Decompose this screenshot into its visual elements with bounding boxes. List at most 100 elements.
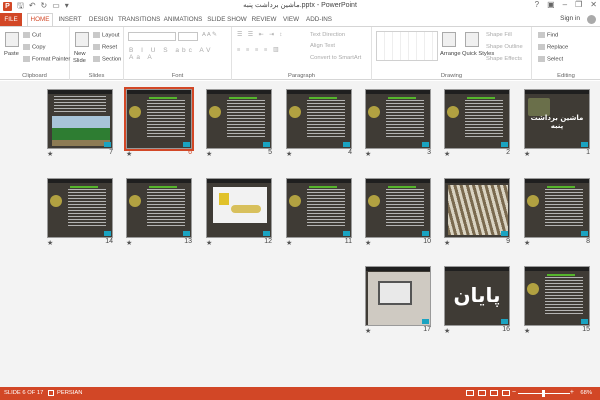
slide-preview[interactable] xyxy=(206,178,272,238)
zoom-in-button[interactable]: + xyxy=(570,389,574,396)
tab-transitions[interactable]: TRANSITIONS xyxy=(118,13,160,26)
animation-star-icon[interactable]: ★ xyxy=(444,150,450,158)
slide-thumbnail-3[interactable]: ★ 3 xyxy=(365,89,431,159)
animation-star-icon[interactable]: ★ xyxy=(206,239,212,247)
shape-fill-button[interactable]: Shape Fill xyxy=(486,32,512,38)
slide-thumbnail-15[interactable]: ★ 15 xyxy=(524,266,590,336)
font-size-box[interactable] xyxy=(178,32,198,41)
text-direction-button[interactable]: Text Direction xyxy=(310,32,345,38)
animation-star-icon[interactable]: ★ xyxy=(444,327,450,335)
font-format-buttons[interactable]: B I U S abc AV Aa A xyxy=(129,47,231,61)
help-icon[interactable]: ? xyxy=(535,0,539,9)
zoom-out-button[interactable]: − xyxy=(512,389,516,396)
reading-view-icon[interactable] xyxy=(490,390,498,396)
quick-styles-icon[interactable] xyxy=(465,32,479,47)
alignment-buttons[interactable]: ≡ ≡ ≡ ≡ ▥ xyxy=(237,47,280,53)
slide-preview[interactable]: پایان xyxy=(444,266,510,326)
new-slide-icon[interactable] xyxy=(75,32,89,47)
animation-star-icon[interactable]: ★ xyxy=(524,150,530,158)
arrange-icon[interactable] xyxy=(442,32,456,47)
sign-in-link[interactable]: Sign in xyxy=(560,15,580,22)
slide-thumbnail-1[interactable]: ماشین برداشت پنبه ★ 1 xyxy=(524,89,590,159)
zoom-level[interactable]: 68% xyxy=(580,390,592,396)
tab-review[interactable]: REVIEW xyxy=(250,13,278,26)
slide-thumbnail-2[interactable]: ★ 2 xyxy=(444,89,510,159)
slide-thumbnail-17[interactable]: ★ 17 xyxy=(365,266,431,336)
animation-star-icon[interactable]: ★ xyxy=(286,150,292,158)
slide-preview[interactable] xyxy=(444,178,510,238)
slide-sorter-view-icon[interactable] xyxy=(478,390,486,396)
animation-star-icon[interactable]: ★ xyxy=(524,327,530,335)
slide-preview[interactable] xyxy=(444,89,510,149)
slide-preview[interactable] xyxy=(126,178,192,238)
animation-star-icon[interactable]: ★ xyxy=(444,239,450,247)
tab-add-ins[interactable]: ADD-INS xyxy=(304,13,334,26)
tab-home[interactable]: HOME xyxy=(27,13,53,26)
slide-preview[interactable] xyxy=(524,266,590,326)
reset-button[interactable]: Reset xyxy=(93,44,117,51)
grow-shrink-font-icon[interactable]: A A ✎ xyxy=(202,32,217,38)
copy-button[interactable]: Copy xyxy=(23,44,46,51)
shapes-gallery[interactable] xyxy=(376,31,438,61)
paste-button[interactable]: Paste xyxy=(4,51,19,57)
list-buttons[interactable]: ☰ ☰ ⇤ ⇥ ↕ xyxy=(237,32,284,38)
slide-thumbnail-5[interactable]: ★ 5 xyxy=(206,89,272,159)
cut-button[interactable]: Cut xyxy=(23,32,41,39)
animation-star-icon[interactable]: ★ xyxy=(126,150,132,158)
layout-button[interactable]: Layout xyxy=(93,32,119,39)
replace-button[interactable]: Replace xyxy=(538,44,568,51)
slide-preview[interactable] xyxy=(206,89,272,149)
slide-thumbnail-11[interactable]: ★ 11 xyxy=(286,178,352,248)
slide-thumbnail-16[interactable]: پایان ★ 16 xyxy=(444,266,510,336)
paste-icon[interactable] xyxy=(5,32,19,47)
slide-thumbnail-8[interactable]: ★ 8 xyxy=(524,178,590,248)
close-button[interactable]: ✕ xyxy=(590,0,597,9)
language-indicator[interactable]: PERSIAN xyxy=(57,390,82,396)
convert-smartart-button[interactable]: Convert to SmartArt xyxy=(310,55,361,61)
select-button[interactable]: Select xyxy=(538,56,563,63)
ribbon-display-options-icon[interactable]: ▣ xyxy=(547,0,555,9)
normal-view-icon[interactable] xyxy=(466,390,474,396)
font-name-box[interactable] xyxy=(128,32,176,41)
tab-file[interactable]: FILE xyxy=(0,13,22,26)
shape-effects-button[interactable]: Shape Effects xyxy=(486,56,522,62)
shape-outline-button[interactable]: Shape Outline xyxy=(486,44,523,50)
slide-thumbnail-14[interactable]: ★ 14 xyxy=(47,178,113,248)
slide-thumbnail-6[interactable]: ★ 6 xyxy=(124,87,194,159)
slide-thumbnail-10[interactable]: ★ 10 xyxy=(365,178,431,248)
slide-thumbnail-13[interactable]: ★ 13 xyxy=(126,178,192,248)
animation-star-icon[interactable]: ★ xyxy=(47,239,53,247)
animation-star-icon[interactable]: ★ xyxy=(365,239,371,247)
new-slide-button-label[interactable]: Slide xyxy=(73,58,86,64)
slide-preview[interactable]: ماشین برداشت پنبه xyxy=(524,89,590,149)
slideshow-view-icon[interactable] xyxy=(502,390,510,396)
format-painter-button[interactable]: Format Painter xyxy=(23,56,70,63)
tab-design[interactable]: DESIGN xyxy=(86,13,116,26)
tab-view[interactable]: VIEW xyxy=(280,13,302,26)
slide-preview[interactable] xyxy=(365,266,431,326)
slide-thumbnail-12[interactable]: ★ 12 xyxy=(206,178,272,248)
section-button[interactable]: Section xyxy=(93,56,121,63)
slide-preview[interactable] xyxy=(524,178,590,238)
tab-insert[interactable]: INSERT xyxy=(56,13,84,26)
align-text-button[interactable]: Align Text xyxy=(310,43,335,49)
tab-animations[interactable]: ANIMATIONS xyxy=(162,13,204,26)
avatar[interactable] xyxy=(587,15,596,24)
zoom-slider-thumb[interactable] xyxy=(542,390,545,397)
animation-star-icon[interactable]: ★ xyxy=(126,239,132,247)
find-button[interactable]: Find xyxy=(538,32,558,39)
slide-preview[interactable] xyxy=(365,178,431,238)
restore-button[interactable]: ❐ xyxy=(575,0,582,9)
slide-thumbnail-7[interactable]: ★ 7 xyxy=(47,89,113,159)
slide-preview[interactable] xyxy=(365,89,431,149)
animation-star-icon[interactable]: ★ xyxy=(206,150,212,158)
animation-star-icon[interactable]: ★ xyxy=(365,150,371,158)
slide-preview[interactable] xyxy=(124,87,194,151)
slide-preview[interactable] xyxy=(286,89,352,149)
slide-preview[interactable] xyxy=(286,178,352,238)
spelling-icon[interactable] xyxy=(48,390,54,396)
arrange-button[interactable]: Arrange xyxy=(440,51,461,57)
tab-slide-show[interactable]: SLIDE SHOW xyxy=(207,13,247,26)
animation-star-icon[interactable]: ★ xyxy=(47,150,53,158)
slide-preview[interactable] xyxy=(47,89,113,149)
